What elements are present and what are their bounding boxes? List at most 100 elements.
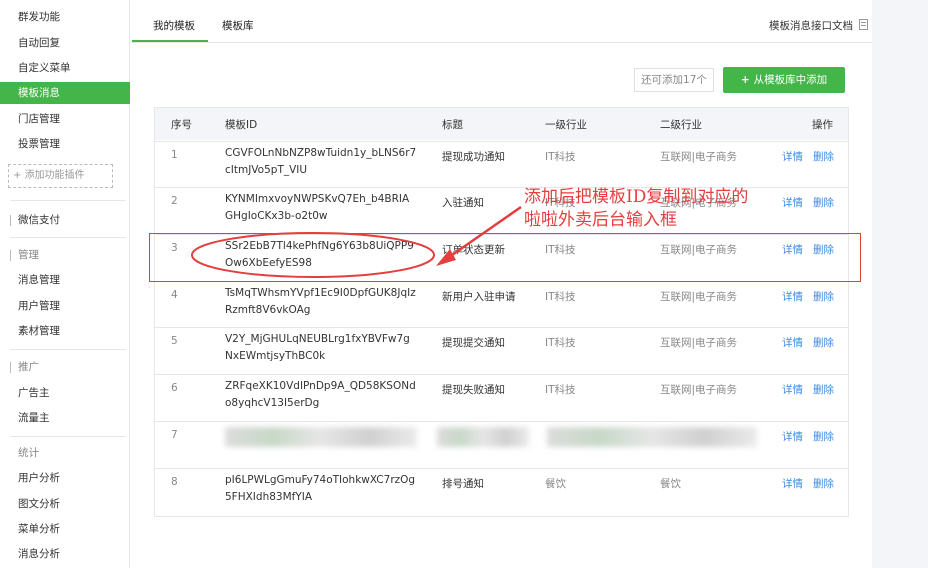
detail-link[interactable]: 详情 bbox=[782, 429, 803, 444]
table-row: 1 CGVFOLnNbNZP8wTuidn1y_bLNS6r7 cItmJVo5pT… bbox=[155, 141, 848, 188]
highlight-box bbox=[149, 233, 861, 282]
row-seq: 1 bbox=[171, 149, 178, 161]
doc-link-label: 模板消息接口文档 bbox=[769, 20, 853, 32]
table-row: 6 ZRFqeXK10VdIPnDp9A_QD58KSONd o8yqhcV13I5… bbox=[155, 374, 848, 421]
template-id-line-1: pI6LPWLgGmuFy74oTIohkwXC7rzOg bbox=[225, 474, 416, 486]
divider bbox=[10, 436, 126, 437]
row-industry2: 互联网|电子商务 bbox=[660, 384, 738, 396]
row-industry1: 餐饮 bbox=[545, 478, 566, 490]
sidebar-item-user-analysis[interactable]: 用户分析 bbox=[0, 467, 130, 489]
add-from-library-button[interactable]: + 从模板库中添加 bbox=[723, 67, 845, 93]
annotation-text: 添加后把模板ID复制到对应的 啦啦外卖后台输入框 bbox=[524, 186, 748, 232]
add-button-label: 从模板库中添加 bbox=[753, 74, 828, 86]
template-id-line-2: Rzmft8V6vkOAg bbox=[225, 304, 311, 316]
sidebar-section-label: 统计 bbox=[18, 447, 39, 459]
row-seq: 4 bbox=[171, 289, 178, 301]
annotation-line-2: 啦啦外卖后台输入框 bbox=[524, 210, 677, 230]
right-margin-panel bbox=[872, 0, 928, 568]
delete-link[interactable]: 删除 bbox=[813, 476, 834, 491]
sidebar-item-auto-reply[interactable]: 自动回复 bbox=[0, 32, 130, 54]
sidebar-section-label: 推广 bbox=[18, 361, 39, 373]
row-seq: 2 bbox=[171, 195, 178, 207]
redacted-content bbox=[225, 427, 417, 447]
table-row: 7 详情 删除 bbox=[155, 421, 848, 468]
sidebar-item-user-management[interactable]: 用户管理 bbox=[0, 295, 130, 317]
delete-link[interactable]: 删除 bbox=[813, 382, 834, 397]
row-industry2: 互联网|电子商务 bbox=[660, 337, 738, 349]
sidebar-item-menu-analysis[interactable]: 菜单分析 bbox=[0, 518, 130, 540]
redacted-content bbox=[547, 427, 757, 447]
row-seq: 6 bbox=[171, 382, 178, 394]
tabs-divider bbox=[130, 42, 872, 43]
delete-link[interactable]: 删除 bbox=[813, 335, 834, 350]
template-id-line-2: NxEWmtjsyThBC0k bbox=[225, 350, 326, 362]
sidebar-item-store-management[interactable]: 门店管理 bbox=[0, 108, 130, 130]
sidebar-section-statistics: 统计 bbox=[0, 442, 130, 464]
section-marker bbox=[10, 362, 11, 373]
template-id-line-2: 5FHXIdh83MfYIA bbox=[225, 491, 313, 503]
template-id-line-1: ZRFqeXK10VdIPnDp9A_QD58KSONd bbox=[225, 380, 416, 392]
sidebar-item-message-management[interactable]: 消息管理 bbox=[0, 269, 130, 291]
redacted-content bbox=[437, 427, 529, 447]
sidebar-item-custom-menu[interactable]: 自定义菜单 bbox=[0, 57, 130, 79]
row-industry2: 互联网|电子商务 bbox=[660, 151, 738, 163]
sidebar-item-article-analysis[interactable]: 图文分析 bbox=[0, 493, 130, 515]
template-api-doc-link[interactable]: 模板消息接口文档 bbox=[769, 18, 868, 33]
sidebar-item-template-message[interactable]: 模板消息 bbox=[0, 82, 130, 104]
row-seq: 7 bbox=[171, 429, 178, 441]
sidebar-item-advertiser[interactable]: 广告主 bbox=[0, 382, 130, 404]
delete-link[interactable]: 删除 bbox=[813, 429, 834, 444]
delete-link[interactable]: 删除 bbox=[813, 289, 834, 304]
template-table: 序号 模板ID 标题 一级行业 二级行业 操作 1 CGVFOLnNbNZP8wT… bbox=[154, 107, 849, 517]
divider bbox=[10, 349, 126, 350]
table-row: 8 pI6LPWLgGmuFy74oTIohkwXC7rzOg 5FHXIdh83M… bbox=[155, 468, 848, 515]
detail-link[interactable]: 详情 bbox=[782, 195, 803, 210]
sidebar-item-vote-management[interactable]: 投票管理 bbox=[0, 133, 130, 155]
annotation-line-1: 添加后把模板ID复制到对应的 bbox=[524, 187, 749, 207]
sidebar-section-label: 管理 bbox=[18, 249, 39, 261]
row-industry1: IT科技 bbox=[545, 291, 576, 303]
row-industry1: IT科技 bbox=[545, 384, 576, 396]
document-icon bbox=[859, 19, 868, 30]
divider bbox=[10, 237, 126, 238]
sidebar-item-publisher[interactable]: 流量主 bbox=[0, 407, 130, 429]
sidebar-item-wechat-pay[interactable]: 微信支付 bbox=[0, 209, 130, 231]
remaining-count: 还可添加17个 bbox=[634, 68, 714, 92]
header-template-id: 模板ID bbox=[225, 119, 258, 131]
row-title: 提现失败通知 bbox=[442, 384, 505, 396]
sidebar: 群发功能 自动回复 自定义菜单 模板消息 门店管理 投票管理 + 添加功能插件 … bbox=[0, 0, 130, 568]
template-id-line-1: CGVFOLnNbNZP8wTuidn1y_bLNS6r7 bbox=[225, 147, 417, 159]
row-seq: 5 bbox=[171, 335, 178, 347]
sidebar-item-message-analysis[interactable]: 消息分析 bbox=[0, 543, 130, 565]
detail-link[interactable]: 详情 bbox=[782, 382, 803, 397]
delete-link[interactable]: 删除 bbox=[813, 195, 834, 210]
tab-my-templates[interactable]: 我的模板 bbox=[153, 18, 195, 33]
section-marker bbox=[10, 215, 11, 226]
row-industry2: 餐饮 bbox=[660, 478, 681, 490]
header-industry1: 一级行业 bbox=[545, 119, 587, 131]
sidebar-item-label: 微信支付 bbox=[18, 214, 60, 226]
row-title: 排号通知 bbox=[442, 478, 484, 490]
row-title: 入驻通知 bbox=[442, 197, 484, 209]
table-row: 4 TsMqTWhsmYVpf1Ec9I0DpfGUK8JqIz Rzmft8V6v… bbox=[155, 281, 848, 328]
template-id-line-2: o8yqhcV13I5erDg bbox=[225, 397, 320, 409]
section-marker bbox=[10, 250, 11, 261]
detail-link[interactable]: 详情 bbox=[782, 289, 803, 304]
tab-template-library[interactable]: 模板库 bbox=[222, 18, 254, 33]
delete-link[interactable]: 删除 bbox=[813, 149, 834, 164]
detail-link[interactable]: 详情 bbox=[782, 149, 803, 164]
detail-link[interactable]: 详情 bbox=[782, 335, 803, 350]
sidebar-item-mass-send[interactable]: 群发功能 bbox=[0, 6, 130, 28]
detail-link[interactable]: 详情 bbox=[782, 476, 803, 491]
header-seq: 序号 bbox=[171, 119, 192, 131]
sidebar-item-material-management[interactable]: 素材管理 bbox=[0, 320, 130, 342]
template-id-line-2: cItmJVo5pT_VIU bbox=[225, 164, 308, 176]
header-action: 操作 bbox=[812, 119, 833, 131]
row-industry1: IT科技 bbox=[545, 337, 576, 349]
row-title: 提现提交通知 bbox=[442, 337, 505, 349]
row-industry1: IT科技 bbox=[545, 151, 576, 163]
add-plugin-button[interactable]: + 添加功能插件 bbox=[8, 164, 113, 188]
sidebar-section-manage: 管理 bbox=[0, 244, 130, 266]
table-row: 5 V2Y_MjGHULqNEUBLrg1fxYBVFw7g NxEWmtjsyTh… bbox=[155, 327, 848, 374]
plus-icon: + bbox=[740, 74, 750, 86]
